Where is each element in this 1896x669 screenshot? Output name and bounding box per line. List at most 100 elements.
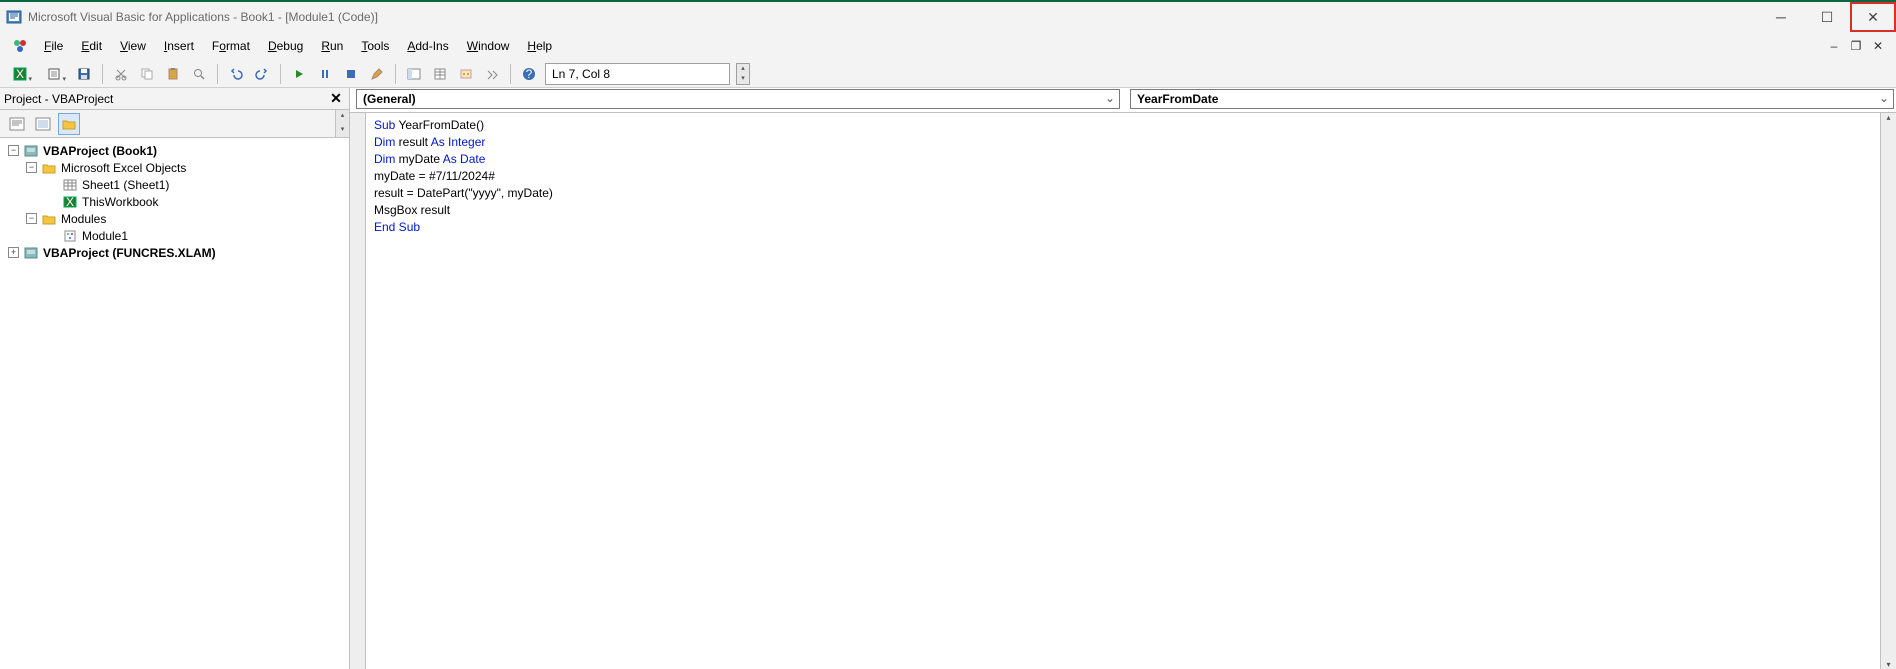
- tree-module1[interactable]: Module1: [4, 227, 345, 244]
- collapse-icon[interactable]: −: [8, 145, 19, 156]
- vbaproject-icon: [23, 144, 39, 158]
- menu-file[interactable]: File: [36, 35, 71, 57]
- menu-window[interactable]: Window: [459, 35, 518, 57]
- project-toolbar-scroll[interactable]: ▴▾: [335, 110, 349, 137]
- view-code-button[interactable]: [6, 113, 28, 135]
- code-token: result: [395, 135, 430, 149]
- collapse-icon[interactable]: −: [26, 162, 37, 173]
- tree-label: VBAProject (Book1): [43, 144, 157, 158]
- toolbox-button[interactable]: [482, 64, 502, 84]
- tree-thisworkbook[interactable]: X ThisWorkbook: [4, 193, 345, 210]
- menu-view[interactable]: View: [112, 35, 154, 57]
- reset-button[interactable]: [341, 64, 361, 84]
- project-explorer-button[interactable]: [404, 64, 424, 84]
- copy-button[interactable]: [137, 64, 157, 84]
- project-close-button[interactable]: ✕: [327, 90, 345, 107]
- toolbar: X ? Ln 7, Col 8 ▴▾: [0, 60, 1896, 88]
- worksheet-icon: [62, 178, 78, 192]
- expand-icon[interactable]: +: [8, 247, 19, 258]
- menu-debug[interactable]: Debug: [260, 35, 311, 57]
- code-editor[interactable]: Sub YearFromDate() Dim result As Integer…: [366, 113, 1880, 669]
- menu-edit[interactable]: Edit: [73, 35, 110, 57]
- project-toolbar: ▴▾: [0, 110, 349, 138]
- menu-insert[interactable]: Insert: [156, 35, 202, 57]
- status-scroll[interactable]: ▴▾: [736, 63, 750, 85]
- toolbar-separator: [102, 64, 103, 84]
- tree-modules[interactable]: − Modules: [4, 210, 345, 227]
- tree-root-book1[interactable]: − VBAProject (Book1): [4, 142, 345, 159]
- help-button[interactable]: ?: [519, 64, 539, 84]
- mdi-restore-button[interactable]: ❐: [1848, 39, 1864, 53]
- code-token: End Sub: [374, 220, 420, 234]
- menu-addins[interactable]: Add-Ins: [399, 35, 456, 57]
- save-button[interactable]: [74, 64, 94, 84]
- vba-app-icon: [6, 9, 22, 25]
- vbaproject-icon: [23, 246, 39, 260]
- view-object-button[interactable]: [32, 113, 54, 135]
- run-button[interactable]: [289, 64, 309, 84]
- tree-label: ThisWorkbook: [82, 195, 158, 209]
- object-combo-value: (General): [363, 92, 416, 106]
- mdi-controls: – ❐ ✕: [1826, 39, 1896, 53]
- menu-help[interactable]: Help: [519, 35, 560, 57]
- minimize-button[interactable]: ─: [1758, 2, 1804, 32]
- menubar: File Edit View Insert Format Debug Run T…: [0, 32, 1896, 60]
- cut-button[interactable]: [111, 64, 131, 84]
- properties-button[interactable]: [430, 64, 450, 84]
- editor-gutter: [350, 113, 366, 669]
- object-combo[interactable]: (General): [356, 89, 1120, 109]
- code-token: YearFromDate(): [395, 118, 484, 132]
- titlebar: Microsoft Visual Basic for Applications …: [0, 2, 1896, 32]
- find-button[interactable]: [189, 64, 209, 84]
- workbook-icon: X: [62, 195, 78, 209]
- code-token: MsgBox result: [374, 203, 450, 217]
- tree-root-funcres[interactable]: + VBAProject (FUNCRES.XLAM): [4, 244, 345, 261]
- svg-text:?: ?: [526, 67, 533, 81]
- menu-format[interactable]: Format: [204, 35, 258, 57]
- svg-text:X: X: [16, 67, 24, 81]
- view-excel-button[interactable]: X: [6, 64, 34, 84]
- code-token: result = DatePart("yyyy", myDate): [374, 186, 553, 200]
- project-tree[interactable]: − VBAProject (Book1) − Microsoft Excel O…: [0, 138, 349, 669]
- code-area: (General) YearFromDate Sub YearFromDate(…: [350, 88, 1896, 669]
- code-token: myDate = #7/11/2024#: [374, 169, 495, 183]
- insert-button[interactable]: [40, 64, 68, 84]
- toggle-folders-button[interactable]: [58, 113, 80, 135]
- tree-sheet1[interactable]: Sheet1 (Sheet1): [4, 176, 345, 193]
- undo-button[interactable]: [226, 64, 246, 84]
- cursor-position: Ln 7, Col 8: [545, 63, 730, 85]
- folder-icon: [41, 212, 57, 226]
- project-header: Project - VBAProject ✕: [0, 88, 349, 110]
- mdi-minimize-button[interactable]: –: [1826, 39, 1842, 53]
- toolbar-separator: [280, 64, 281, 84]
- toolbar-separator: [395, 64, 396, 84]
- workspace: Project - VBAProject ✕ ▴▾ − VBAProject (…: [0, 88, 1896, 669]
- editor-wrap: Sub YearFromDate() Dim result As Integer…: [350, 112, 1896, 669]
- tree-excel-objects[interactable]: − Microsoft Excel Objects: [4, 159, 345, 176]
- combo-row: (General) YearFromDate: [350, 88, 1896, 110]
- vba-menu-icon: [10, 36, 30, 56]
- procedure-combo[interactable]: YearFromDate: [1130, 89, 1894, 109]
- tree-label: Sheet1 (Sheet1): [82, 178, 169, 192]
- menu-run[interactable]: Run: [313, 35, 351, 57]
- window-title: Microsoft Visual Basic for Applications …: [28, 10, 1758, 24]
- tree-label: Microsoft Excel Objects: [61, 161, 186, 175]
- object-browser-button[interactable]: [456, 64, 476, 84]
- mdi-close-button[interactable]: ✕: [1870, 39, 1886, 53]
- break-button[interactable]: [315, 64, 335, 84]
- menu-tools[interactable]: Tools: [353, 35, 397, 57]
- close-button[interactable]: ✕: [1850, 2, 1896, 32]
- svg-text:X: X: [66, 196, 74, 208]
- tree-label: Modules: [61, 212, 106, 226]
- design-mode-button[interactable]: [367, 64, 387, 84]
- redo-button[interactable]: [252, 64, 272, 84]
- code-token: As Date: [443, 152, 486, 166]
- project-explorer: Project - VBAProject ✕ ▴▾ − VBAProject (…: [0, 88, 350, 669]
- editor-vscroll[interactable]: ▴▾: [1880, 113, 1896, 669]
- paste-button[interactable]: [163, 64, 183, 84]
- collapse-icon[interactable]: −: [26, 213, 37, 224]
- tree-label: Module1: [82, 229, 128, 243]
- code-token: myDate: [395, 152, 442, 166]
- maximize-button[interactable]: ☐: [1804, 2, 1850, 32]
- procedure-combo-value: YearFromDate: [1137, 92, 1218, 106]
